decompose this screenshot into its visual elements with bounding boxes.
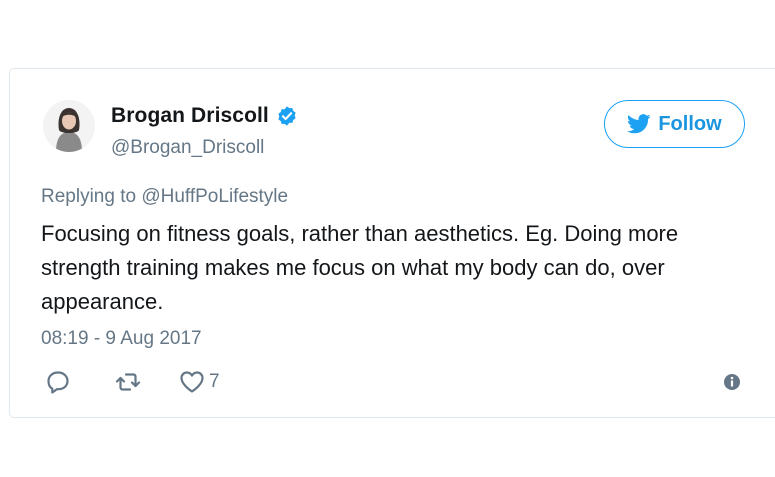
- info-icon[interactable]: [723, 373, 741, 391]
- follow-button[interactable]: Follow: [604, 100, 745, 148]
- tweet-actions: 7: [45, 369, 220, 395]
- replying-to-prefix: Replying to: [41, 186, 142, 207]
- tweet-text: Focusing on fitness goals, rather than a…: [41, 221, 679, 314]
- tweet-card: Brogan Driscoll @Brogan_Driscoll Follow …: [9, 68, 775, 418]
- tweet-timestamp[interactable]: 08:19 - 9 Aug 2017: [41, 328, 202, 350]
- like-count: 7: [209, 371, 220, 392]
- replying-to-handle[interactable]: @HuffPoLifestyle: [141, 186, 288, 207]
- verified-badge-icon: [276, 105, 298, 127]
- reply-icon: [47, 371, 69, 394]
- reply-button[interactable]: [45, 369, 71, 395]
- like-button[interactable]: 7: [179, 369, 220, 395]
- twitter-bird-icon: [627, 114, 651, 134]
- retweet-button[interactable]: [115, 369, 141, 395]
- author-name[interactable]: Brogan Driscoll: [111, 104, 269, 128]
- replying-to: Replying to @HuffPoLifestyle: [41, 186, 288, 208]
- author-name-row: Brogan Driscoll: [111, 104, 298, 128]
- heart-icon: [180, 371, 204, 393]
- avatar[interactable]: [43, 100, 95, 152]
- retweet-icon: [115, 373, 141, 391]
- author-handle[interactable]: @Brogan_Driscoll: [111, 137, 264, 159]
- follow-label: Follow: [658, 112, 722, 135]
